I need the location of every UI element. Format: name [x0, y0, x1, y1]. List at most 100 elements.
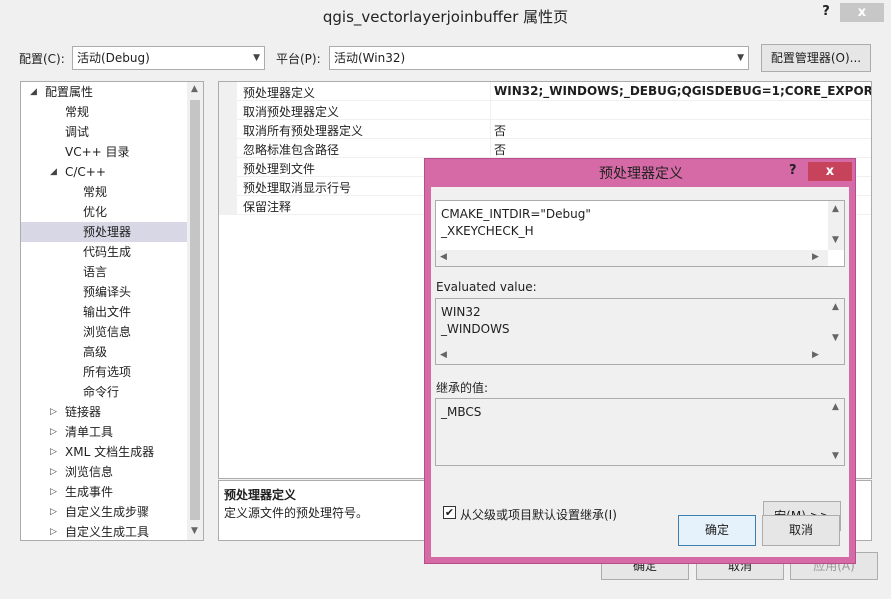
scroll-left-icon[interactable]: ◀ — [440, 350, 447, 360]
property-value[interactable]: WIN32;_WINDOWS;_DEBUG;QGISDEBUG=1;CORE_E… — [494, 84, 871, 98]
evaluated-hscroll[interactable]: ◀ ▶ — [436, 348, 828, 364]
tree-item[interactable]: 预处理器 — [83, 222, 131, 242]
column-divider — [490, 120, 491, 139]
config-manager-button[interactable]: 配置管理器(O)... — [761, 44, 871, 72]
property-tree: ◢ 配置属性 常规 调试 VC++ 目录 ◢ C/C++ 常规 优化 预处理器 代码生成 语言 预编译头… — [20, 81, 204, 541]
property-value[interactable]: 否 — [494, 141, 506, 158]
column-divider — [490, 139, 491, 158]
description-text: 定义源文件的预处理符号。 — [224, 506, 369, 520]
tree-item[interactable]: 生成事件 — [65, 482, 113, 502]
config-label: 配置(C): — [19, 52, 65, 66]
chevron-down-icon: ▼ — [737, 53, 744, 63]
scroll-up-icon[interactable]: ▲ — [191, 84, 198, 94]
scroll-down-icon[interactable]: ▼ — [191, 526, 198, 536]
tree-item[interactable]: 预编译头 — [83, 282, 131, 302]
inherited-text: _MBCS — [441, 405, 482, 419]
tree-expand-icon[interactable]: ▷ — [50, 527, 57, 537]
row-gutter — [219, 82, 237, 101]
tree-expand-icon[interactable]: ▷ — [50, 407, 57, 417]
property-row[interactable]: 忽略标准包含路径 否 — [219, 139, 871, 158]
window-title-bar: qgis_vectorlayerjoinbuffer 属性页 — [0, 0, 891, 34]
dialog-help-button[interactable]: ? — [789, 163, 797, 178]
dialog-body: CMAKE_INTDIR="Debug" _XKEYCHECK_H ▲ ▼ ◀ … — [431, 187, 849, 557]
tree-item[interactable]: 自定义生成步骤 — [65, 502, 149, 522]
tree-item[interactable]: XML 文档生成器 — [65, 442, 154, 462]
tree-item[interactable]: 浏览信息 — [65, 462, 113, 482]
scroll-down-icon[interactable]: ▼ — [832, 235, 839, 245]
property-name: 忽略标准包含路径 — [243, 143, 340, 157]
property-name: 预处理器定义 — [243, 86, 316, 100]
scroll-up-icon[interactable]: ▲ — [832, 204, 839, 214]
chevron-down-icon: ▼ — [253, 53, 260, 63]
tree-scrollbar[interactable]: ▲ ▼ — [187, 82, 203, 540]
definitions-textbox[interactable]: CMAKE_INTDIR="Debug" _XKEYCHECK_H ▲ ▼ ◀ … — [435, 200, 845, 267]
tree-item[interactable]: 链接器 — [65, 402, 101, 422]
row-gutter — [219, 196, 237, 215]
tree-item[interactable]: 代码生成 — [83, 242, 131, 262]
property-name: 保留注释 — [243, 200, 292, 214]
inherited-vscroll[interactable]: ▲ ▼ — [828, 399, 844, 465]
tree-item[interactable]: 清单工具 — [65, 422, 113, 442]
textbox-hscroll[interactable]: ◀ ▶ — [436, 250, 828, 266]
config-select[interactable]: 活动(Debug) ▼ — [72, 46, 265, 70]
tree-item[interactable]: C/C++ — [65, 162, 106, 182]
tree-item[interactable]: 常规 — [83, 182, 107, 202]
inherited-textbox: _MBCS ▲ ▼ — [435, 398, 845, 466]
evaluated-label: Evaluated value: — [436, 280, 537, 294]
tree-collapse-icon[interactable]: ◢ — [50, 167, 57, 177]
tree-item[interactable]: 命令行 — [83, 382, 119, 402]
config-select-value: 活动(Debug) — [77, 51, 150, 65]
dialog-close-button[interactable]: x — [808, 162, 852, 181]
tree-expand-icon[interactable]: ▷ — [50, 427, 57, 437]
tree-item[interactable]: 自定义生成工具 — [65, 522, 149, 540]
row-gutter — [219, 139, 237, 158]
column-divider — [490, 101, 491, 120]
property-name: 预处理取消显示行号 — [243, 181, 352, 195]
scroll-up-icon[interactable]: ▲ — [832, 302, 839, 312]
tree-item[interactable]: 调试 — [65, 122, 89, 142]
dialog-cancel-button[interactable]: 取消 — [762, 515, 840, 546]
definitions-text: CMAKE_INTDIR="Debug" _XKEYCHECK_H — [441, 207, 591, 238]
property-row[interactable]: 取消所有预处理器定义 否 — [219, 120, 871, 139]
checkmark-icon: ✔ — [444, 506, 455, 519]
tree-expand-icon[interactable]: ▷ — [50, 467, 57, 477]
tree-item[interactable]: 输出文件 — [83, 302, 131, 322]
row-gutter — [219, 120, 237, 139]
scroll-right-icon[interactable]: ▶ — [812, 252, 819, 262]
window-close-button[interactable]: x — [840, 3, 884, 22]
evaluated-vscroll[interactable]: ▲ ▼ — [828, 299, 844, 348]
tree-item[interactable]: 浏览信息 — [83, 322, 131, 342]
tree-item[interactable]: 所有选项 — [83, 362, 131, 382]
tree-item[interactable]: 配置属性 — [45, 82, 93, 102]
tree-scrollbar-thumb[interactable] — [190, 100, 200, 520]
window-help-button[interactable]: ? — [818, 4, 834, 20]
inherit-checkbox[interactable]: ✔ — [443, 506, 456, 519]
property-value[interactable]: 否 — [494, 122, 506, 139]
scroll-down-icon[interactable]: ▼ — [832, 333, 839, 343]
inherit-checkbox-label[interactable]: 从父级或项目默认设置继承(I) — [460, 506, 617, 523]
tree-item[interactable]: 语言 — [83, 262, 107, 282]
property-name: 取消所有预处理器定义 — [243, 124, 364, 138]
tree-expand-icon[interactable]: ▷ — [50, 487, 57, 497]
dialog-ok-button[interactable]: 确定 — [678, 515, 756, 546]
tree-item[interactable]: VC++ 目录 — [65, 142, 130, 162]
scroll-down-icon[interactable]: ▼ — [832, 451, 839, 461]
tree-item[interactable]: 高级 — [83, 342, 107, 362]
row-gutter — [219, 158, 237, 177]
scroll-up-icon[interactable]: ▲ — [832, 402, 839, 412]
property-row[interactable]: 取消预处理器定义 — [219, 101, 871, 120]
inherited-label: 继承的值: — [436, 381, 489, 395]
textbox-vscroll[interactable]: ▲ ▼ — [828, 201, 844, 250]
property-row[interactable]: 预处理器定义 WIN32;_WINDOWS;_DEBUG;QGISDEBUG=1;… — [219, 82, 871, 101]
scroll-right-icon[interactable]: ▶ — [812, 350, 819, 360]
tree-item[interactable]: 常规 — [65, 102, 89, 122]
property-name: 预处理到文件 — [243, 162, 316, 176]
platform-select-value: 活动(Win32) — [334, 51, 406, 65]
platform-select[interactable]: 活动(Win32) ▼ — [329, 46, 749, 70]
tree-expand-icon[interactable]: ▷ — [50, 507, 57, 517]
tree-collapse-icon[interactable]: ◢ — [30, 87, 37, 97]
tree-expand-icon[interactable]: ▷ — [50, 447, 57, 457]
scroll-left-icon[interactable]: ◀ — [440, 252, 447, 262]
row-gutter — [219, 101, 237, 120]
tree-item[interactable]: 优化 — [83, 202, 107, 222]
